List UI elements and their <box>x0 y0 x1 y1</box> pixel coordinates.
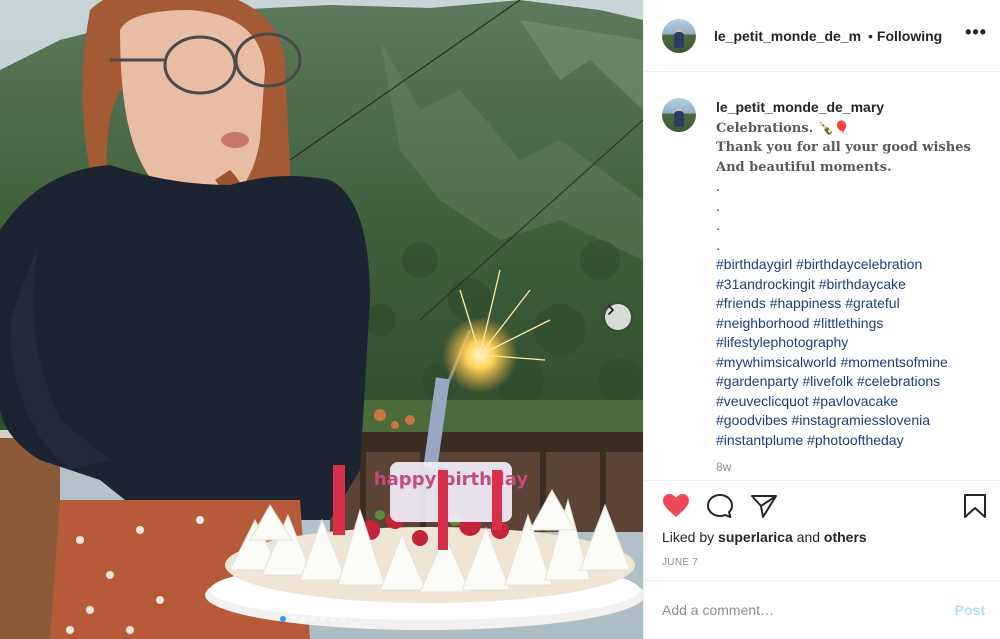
hashtag-line[interactable]: #goodvibes #instagramiesslovenia <box>716 411 985 431</box>
liked-prefix: Liked by <box>662 529 719 545</box>
hashtag-line[interactable]: #mywhimsicalworld #momentsofmine <box>716 353 985 373</box>
caption-avatar[interactable] <box>662 98 696 132</box>
share-icon[interactable] <box>750 493 778 519</box>
post-header: le_petit_monde_de_m • Following ••• <box>644 0 1000 72</box>
hashtag-line[interactable]: #neighborhood #littlethings <box>716 314 985 334</box>
post-details-panel: le_petit_monde_de_m • Following ••• le_p… <box>643 0 1000 639</box>
hashtag-line[interactable]: #friends #happiness #grateful <box>716 294 985 314</box>
caption-line-1: Celebrations. 🍾🎈 <box>716 120 850 136</box>
likes-summary: Liked by superlarica and others <box>662 529 867 545</box>
hashtag-line[interactable]: #birthdaygirl #birthdaycelebration <box>716 255 985 275</box>
carousel-dot <box>290 616 296 622</box>
caption-time-ago: 8w <box>716 460 732 474</box>
carousel-dot <box>330 616 336 622</box>
caption: le_petit_monde_de_mary Celebrations. 🍾🎈 … <box>716 98 985 450</box>
hashtag-line[interactable]: #instantplume #photooftheday <box>716 431 985 451</box>
carousel-dot <box>310 616 316 622</box>
post-actions: Liked by superlarica and others JUNE 7 <box>644 480 1000 580</box>
heart-icon[interactable] <box>662 493 690 519</box>
caption-dot: . <box>716 217 720 233</box>
caption-dot: . <box>716 197 720 214</box>
hashtag-line[interactable]: #31androckingit #birthdaycake <box>716 275 985 295</box>
liked-user-link[interactable]: superlarica <box>718 529 793 545</box>
hashtag-line[interactable]: #lifestylephotography <box>716 333 985 353</box>
carousel-indicator <box>280 616 346 622</box>
bookmark-icon[interactable] <box>963 493 987 519</box>
post-photo[interactable]: happy birthday <box>0 0 643 639</box>
caption-row: le_petit_monde_de_mary Celebrations. 🍾🎈 … <box>662 98 985 450</box>
following-button[interactable]: Following <box>877 28 942 44</box>
hashtag-line[interactable]: #veuveclicquot #pavlovacake <box>716 392 985 412</box>
photo-illustration: happy birthday <box>0 0 643 639</box>
carousel-dot <box>280 616 286 622</box>
liked-others-link[interactable]: others <box>824 529 867 545</box>
add-comment-bar: Post <box>644 580 1000 639</box>
caption-line-2: Thank you for all your good wishes And b… <box>716 140 971 175</box>
post-comment-button[interactable]: Post <box>955 602 985 618</box>
action-buttons <box>662 493 778 519</box>
comments-section[interactable]: le_petit_monde_de_mary Celebrations. 🍾🎈 … <box>644 72 1000 480</box>
comment-icon[interactable] <box>706 493 734 519</box>
caption-dot: . <box>716 236 720 253</box>
caption-username[interactable]: le_petit_monde_de_mary <box>716 99 884 115</box>
carousel-dot <box>340 616 346 622</box>
carousel-dot <box>300 616 306 622</box>
header-username[interactable]: le_petit_monde_de_m <box>714 28 864 44</box>
carousel-dot <box>320 616 326 622</box>
post-date[interactable]: JUNE 7 <box>662 557 698 568</box>
next-slide-button[interactable] <box>605 304 631 330</box>
avatar[interactable] <box>662 18 696 53</box>
comment-input[interactable] <box>662 602 955 618</box>
chevron-right-icon <box>608 305 614 315</box>
header-separator: • <box>868 27 873 44</box>
candle-text: happy birthday <box>374 469 529 490</box>
caption-dot: . <box>716 178 720 194</box>
more-options-icon[interactable]: ••• <box>965 22 987 43</box>
hashtag-line[interactable]: #gardenparty #livefolk #celebrations <box>716 372 985 392</box>
liked-and: and <box>792 529 824 545</box>
